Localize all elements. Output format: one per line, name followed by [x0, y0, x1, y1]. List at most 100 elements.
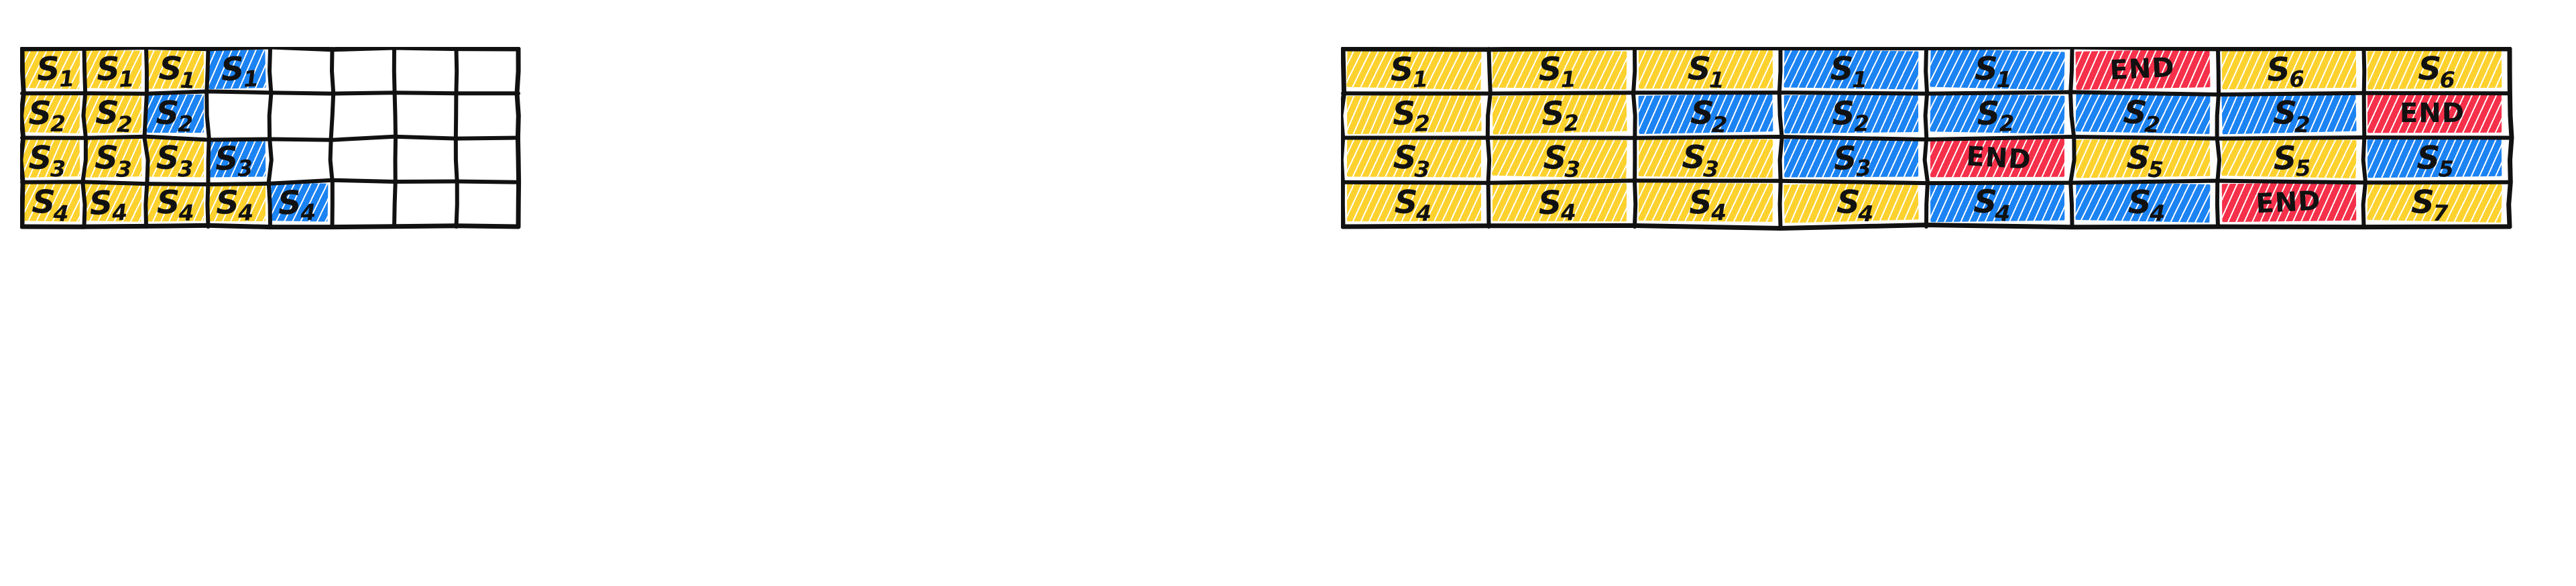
grid-cell[interactable]: S4 [2070, 180, 2217, 225]
grid-cell[interactable]: S2 [2070, 91, 2217, 136]
cell-label-subscript: 2 [2144, 111, 2161, 136]
diagram-canvas: S1 S1 S1 S1 S2 S2 S2 S3 S3 S3 S3 S4 S4 S4 S4 S4 S1 S1 S1 S… [0, 0, 2576, 586]
grid-cell[interactable]: S5 [2216, 136, 2362, 180]
grid-cell-empty[interactable] [268, 136, 331, 180]
grid-cell[interactable]: S3 [1779, 136, 1925, 180]
grid-cell[interactable]: S4 [144, 180, 207, 225]
grid-cell[interactable]: S3 [144, 136, 207, 180]
grid-cell[interactable]: END [2070, 47, 2217, 91]
cell-fill-none [394, 50, 452, 89]
cell-label: S1 [1688, 50, 1726, 91]
grid-cell[interactable]: S2 [1924, 91, 2070, 136]
cell-fill-none [333, 94, 390, 133]
grid-cell[interactable]: S2 [1341, 91, 1487, 136]
cell-label-end: END [2109, 52, 2176, 86]
cell-label-base: S [36, 50, 60, 89]
cell-label-base: S [1539, 95, 1566, 134]
grid-cell[interactable]: S2 [20, 91, 82, 136]
cell-label-base: S [1537, 50, 1562, 89]
cell-label-subscript: 1 [1412, 66, 1429, 92]
cell-label: S4 [277, 182, 317, 225]
cell-label-base: S [214, 139, 239, 178]
cell-label-base: S [158, 49, 183, 89]
grid-cell[interactable]: S4 [1924, 180, 2070, 225]
grid-cell[interactable]: S1 [1633, 47, 1779, 91]
grid-cell[interactable]: S3 [20, 136, 82, 180]
left-grid-cells: S1 S1 S1 S1 S2 S2 S2 S3 S3 S3 S3 S4 S4 S4 S4 S4 [20, 47, 516, 225]
grid-cell[interactable]: END [2216, 180, 2362, 225]
grid-cell[interactable]: S1 [82, 47, 145, 91]
grid-cell[interactable]: S3 [207, 136, 269, 180]
cell-label-subscript: 4 [1560, 198, 1577, 225]
grid-cell[interactable]: S4 [1779, 180, 1925, 225]
cell-label-base: S [31, 182, 56, 222]
grid-cell[interactable]: S2 [1779, 91, 1925, 136]
grid-cell[interactable]: S4 [207, 180, 269, 225]
grid-cell-empty[interactable] [455, 91, 517, 135]
grid-cell[interactable]: S4 [1341, 180, 1487, 225]
grid-cell[interactable]: S1 [20, 47, 82, 91]
cell-label-base: S [1836, 182, 1861, 222]
grid-cell[interactable]: END [1924, 136, 2070, 180]
grid-cell[interactable]: S3 [82, 136, 145, 180]
grid-cell-empty[interactable] [268, 91, 331, 135]
cell-label: S4 [89, 182, 129, 225]
grid-cell-empty[interactable] [455, 180, 517, 225]
grid-cell[interactable]: S4 [82, 180, 145, 225]
right-grid: S1 S1 S1 S1 S1 END S6 S6 S2 S2 S2 S2 S2 S2 S2 END S3 S3 S3… [1341, 47, 2514, 231]
grid-cell[interactable]: S2 [1487, 91, 1633, 136]
grid-cell[interactable]: S1 [1487, 47, 1633, 91]
grid-cell[interactable]: S2 [144, 91, 207, 136]
grid-cell-empty[interactable] [455, 136, 517, 180]
grid-cell-empty[interactable] [268, 47, 331, 91]
grid-cell-empty[interactable] [331, 180, 393, 225]
grid-cell-empty[interactable] [207, 91, 269, 135]
grid-cell[interactable]: S3 [1633, 136, 1779, 180]
cell-label: S2 [1831, 94, 1870, 135]
grid-cell-empty[interactable] [392, 47, 455, 91]
grid-cell[interactable]: S6 [2362, 47, 2508, 91]
cell-fill-none [457, 50, 514, 89]
column-header-row [20, 0, 530, 47]
cell-label-subscript: 1 [118, 65, 135, 92]
grid-cell[interactable]: S5 [2070, 136, 2217, 180]
grid-cell[interactable]: S7 [2362, 180, 2508, 225]
grid-cell[interactable]: S1 [1779, 47, 1925, 91]
cell-label-end: END [2255, 185, 2322, 220]
cell-label-subscript: 6 [2288, 65, 2306, 92]
grid-cell[interactable]: S1 [144, 47, 207, 91]
cell-label-base: S [94, 138, 119, 177]
cell-label-base: S [1393, 137, 1418, 177]
grid-cell-empty[interactable] [331, 47, 393, 91]
grid-cell[interactable]: S3 [1341, 136, 1487, 180]
grid-cell-empty[interactable] [455, 47, 517, 91]
cell-label-base: S [1975, 50, 1998, 89]
grid-cell[interactable]: S3 [1487, 136, 1633, 180]
cell-label: END [2256, 185, 2322, 219]
grid-cell[interactable]: S1 [1924, 47, 2070, 91]
cell-label: S3 [1682, 137, 1722, 180]
grid-cell[interactable]: S4 [20, 180, 82, 225]
grid-cell[interactable]: S2 [82, 91, 145, 136]
cell-label: S4 [2128, 184, 2166, 225]
grid-cell-empty[interactable] [392, 180, 455, 225]
cell-label-base: S [1832, 139, 1857, 178]
cell-fill-none [394, 94, 452, 133]
grid-cell[interactable]: S2 [1633, 91, 1779, 136]
grid-cell[interactable]: S2 [2216, 91, 2362, 136]
grid-cell[interactable]: END [2362, 91, 2508, 135]
grid-cell-empty[interactable] [331, 91, 393, 135]
grid-cell[interactable]: S1 [1341, 47, 1487, 91]
grid-cell[interactable]: S4 [1487, 180, 1633, 225]
cell-label-subscript: 7 [2433, 199, 2449, 225]
grid-cell-empty[interactable] [392, 136, 455, 180]
grid-cell-empty[interactable] [331, 136, 393, 180]
cell-label: S1 [1975, 50, 2013, 91]
grid-cell[interactable]: S1 [207, 47, 269, 91]
grid-cell[interactable]: S4 [1633, 180, 1779, 225]
grid-cell[interactable]: S4 [268, 180, 331, 225]
grid-cell[interactable]: S6 [2216, 47, 2362, 91]
cell-label-base: S [28, 138, 52, 177]
grid-cell[interactable]: S5 [2362, 136, 2508, 180]
grid-cell-empty[interactable] [392, 91, 455, 135]
